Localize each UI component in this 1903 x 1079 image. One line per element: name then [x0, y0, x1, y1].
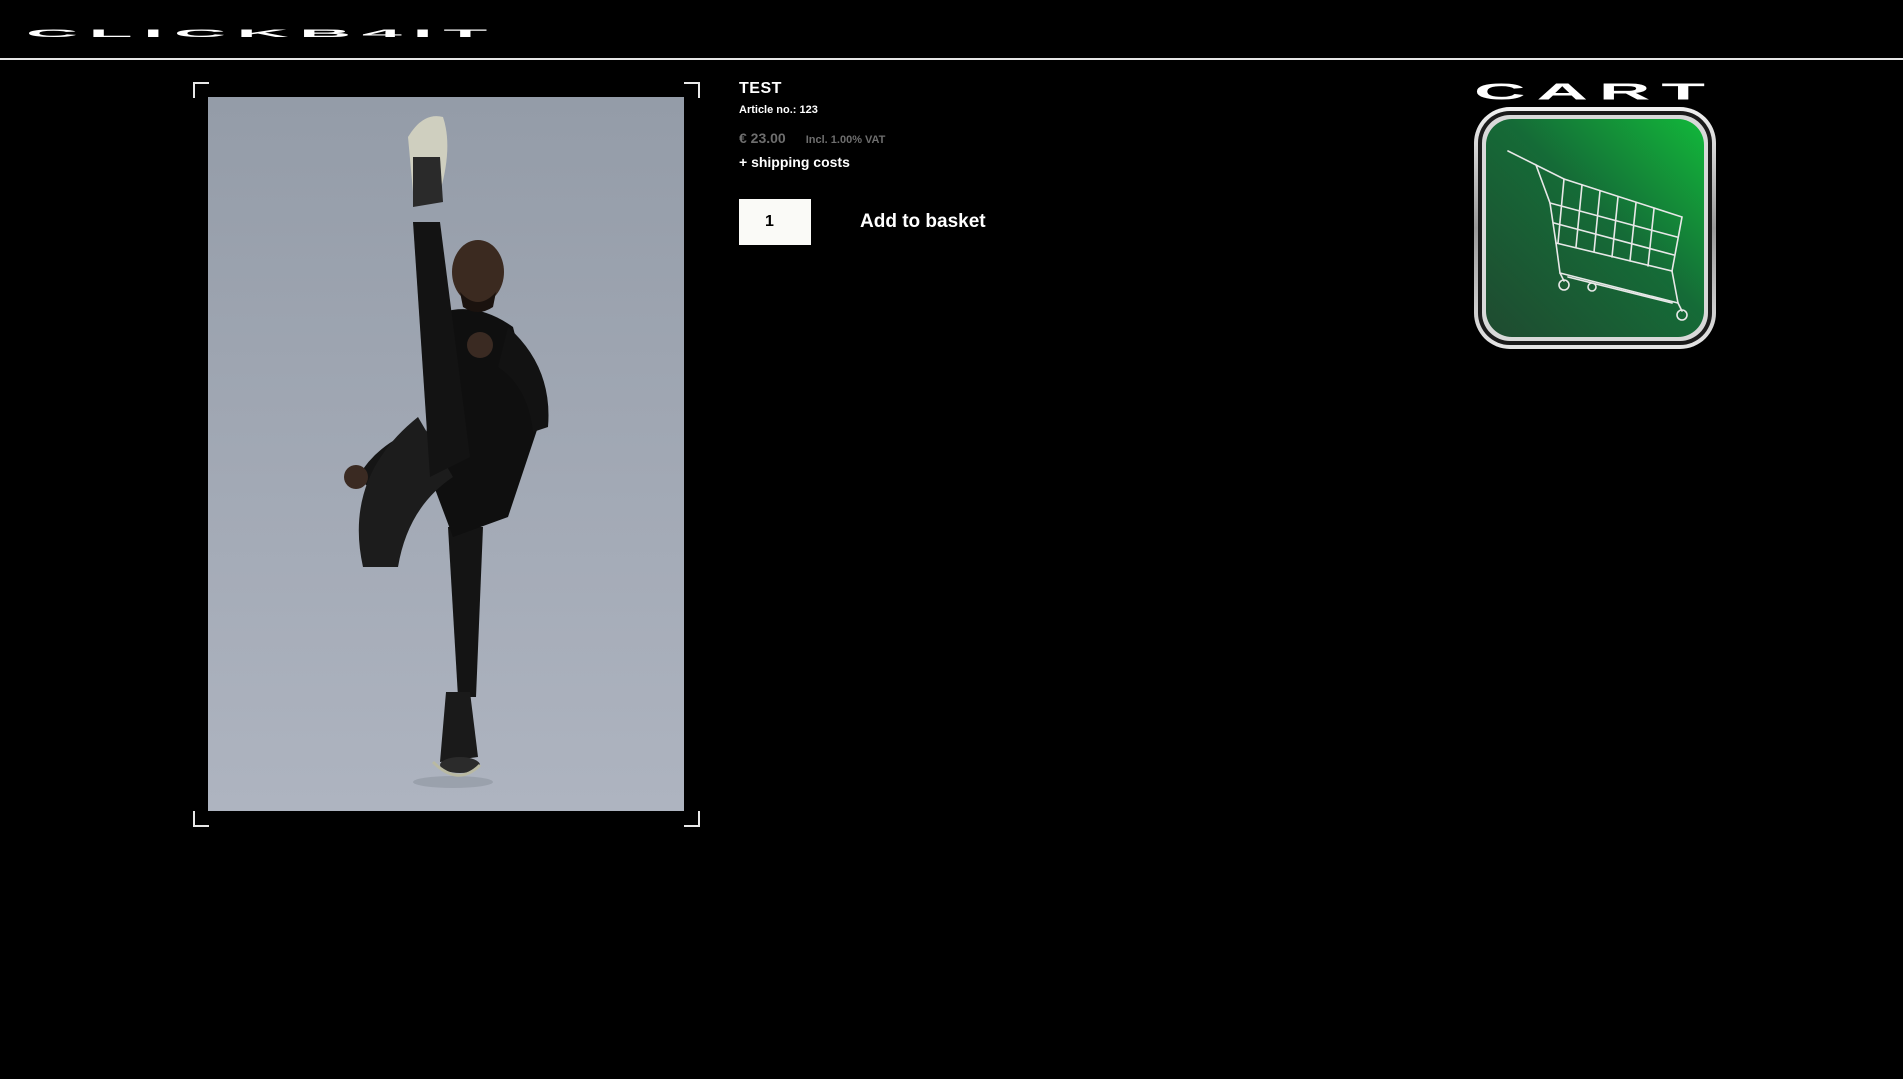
- cart-widget[interactable]: CART: [1472, 78, 1718, 352]
- logo-text: CLICKB4IT: [26, 28, 498, 40]
- frame-corner: [684, 82, 700, 98]
- product-price: € 23.00: [739, 130, 786, 146]
- price-row: € 23.00 Incl. 1.00% VAT: [739, 130, 1239, 148]
- shopping-cart-icon[interactable]: [1472, 105, 1718, 351]
- shipping-costs-link[interactable]: + shipping costs: [739, 154, 850, 170]
- cart-label: CART: [1474, 80, 1716, 104]
- frame-corner: [193, 811, 209, 827]
- cart-label-text: CART: [1474, 80, 1716, 104]
- frame-corner: [684, 811, 700, 827]
- article-number: Article no.: 123: [739, 104, 818, 116]
- product-photo[interactable]: [208, 97, 684, 811]
- site-logo[interactable]: CLICKB4IT: [26, 14, 498, 46]
- product-title: TEST: [739, 80, 782, 97]
- buy-row: Add to basket: [739, 199, 1239, 245]
- add-to-basket-button[interactable]: Add to basket: [860, 211, 986, 233]
- site-header: CLICKB4IT: [0, 0, 1903, 60]
- frame-corner: [193, 82, 209, 98]
- vat-note: Incl. 1.00% VAT: [805, 134, 886, 146]
- product-info: TEST Article no.: 123 € 23.00 Incl. 1.00…: [739, 79, 1239, 245]
- quantity-input[interactable]: [739, 199, 811, 245]
- product-image-frame: [193, 82, 700, 827]
